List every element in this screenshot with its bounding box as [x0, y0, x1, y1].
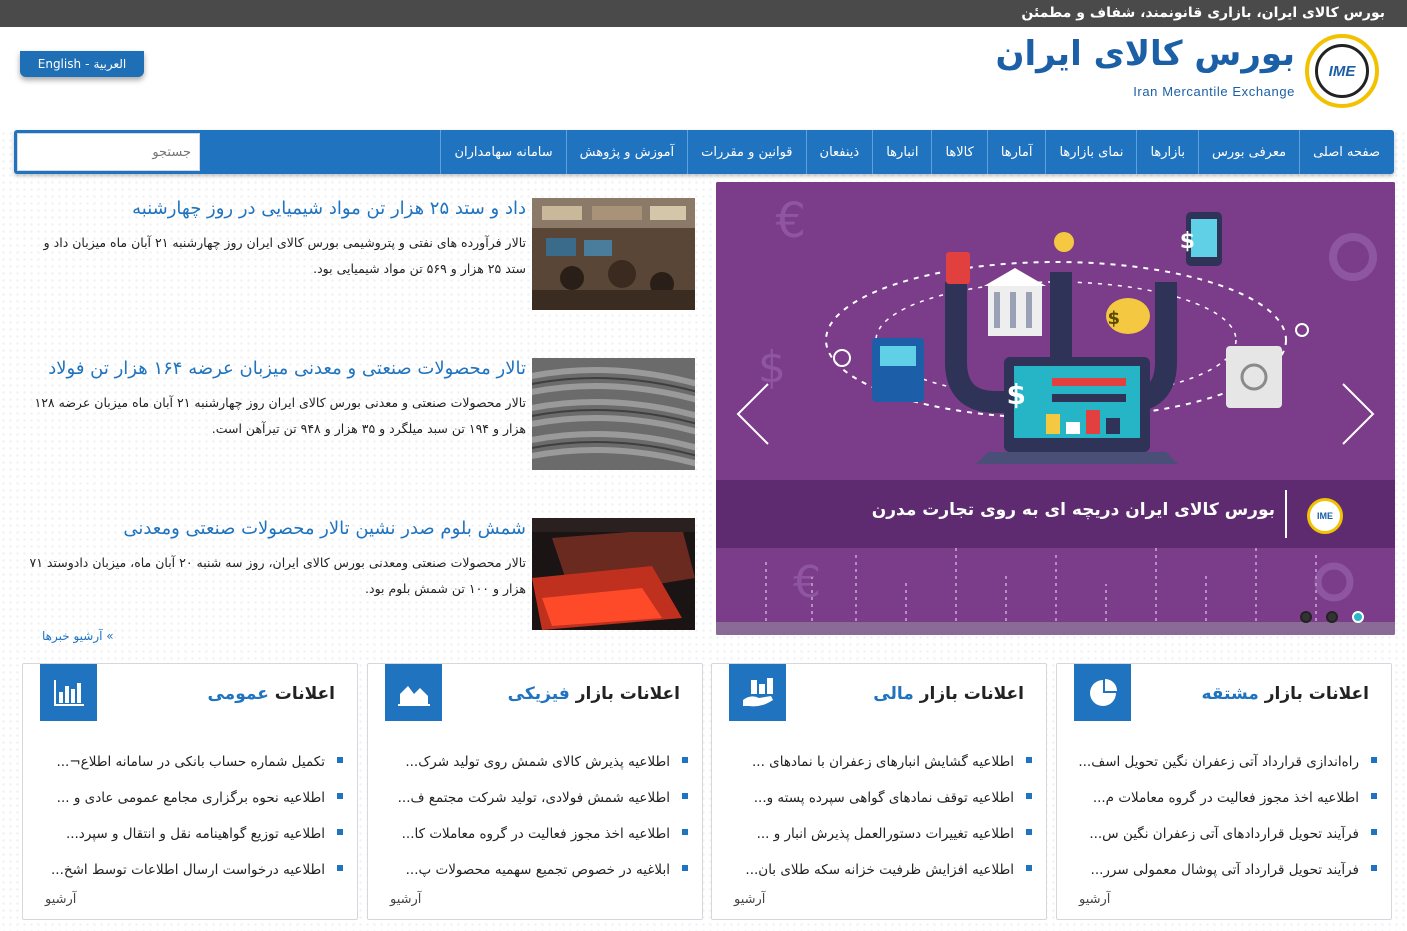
- slider-dot-3-active[interactable]: [1352, 611, 1364, 623]
- money-hand-icon: [729, 664, 786, 721]
- svg-text:$: $: [1007, 378, 1026, 411]
- nav-item-commodities[interactable]: کالاها: [931, 130, 986, 174]
- slider-caption-band: IME بورس کالای ایران دریچه ای به روی تجا…: [716, 480, 1395, 548]
- euro-bg-icon-2: €: [793, 557, 821, 608]
- announcement-item[interactable]: اطلاعیه پذیرش کالای شمش روی تولید شرک...: [378, 744, 688, 780]
- slider-caption-text: بورس کالای ایران دریچه ای به روی تجارت م…: [871, 500, 1275, 520]
- announcement-item[interactable]: تکمیل شماره حساب بانکی در سامانه اطلاع¬.…: [33, 744, 343, 780]
- logo-title-fa: بورس کالای ایران: [995, 34, 1295, 74]
- announcement-item[interactable]: اطلاعیه افزایش ظرفیت خزانه سکه طلای بان.…: [722, 852, 1032, 888]
- announcement-item[interactable]: فرآیند تحویل قراردادهای آتی زعفران نگین …: [1067, 816, 1377, 852]
- announcement-list: اطلاعیه گشایش انبارهای زعفران با نمادهای…: [722, 744, 1032, 888]
- top-bar: بورس کالای ایران، بازاری قانونمند، شفاف …: [0, 0, 1407, 27]
- announcement-item[interactable]: اطلاعیه اخذ مجوز فعالیت در گروه معاملات …: [1067, 780, 1377, 816]
- logo-title-en: Iran Mercantile Exchange: [1133, 84, 1295, 99]
- announcement-list: راه‌اندازی قرارداد آتی زعفران نگین تحویل…: [1067, 744, 1377, 888]
- announcement-item[interactable]: اطلاعیه درخواست ارسال اطلاعات توسط اشخ..…: [33, 852, 343, 888]
- nav-item-stakeholders[interactable]: ذینفعان: [805, 130, 873, 174]
- lang-separator: -: [85, 57, 90, 71]
- nav-item-home[interactable]: صفحه اصلی: [1299, 130, 1394, 174]
- announcement-title: اعلانات بازار مشتقه: [1201, 684, 1369, 704]
- announcement-item[interactable]: اطلاعیه نحوه برگزاری مجامع عمومی عادی و …: [33, 780, 343, 816]
- slider-dot-2[interactable]: [1326, 611, 1338, 623]
- main-navbar: صفحه اصلی معرفی بورس بازارها نمای بازاره…: [14, 130, 1394, 174]
- announcement-title: اعلانات بازار فیزیکی: [507, 684, 680, 704]
- site-tagline: بورس کالای ایران، بازاری قانونمند، شفاف …: [1021, 5, 1385, 21]
- logo-emblem-icon: IME: [1305, 34, 1379, 108]
- announcements-derivatives: اعلانات بازار مشتقه راه‌اندازی قرارداد آ…: [1056, 663, 1392, 920]
- news-summary: تالار محصولات صنعتی ومعدنی بورس کالای ای…: [29, 555, 526, 596]
- euro-bg-icon: €: [775, 193, 806, 249]
- nav-item-market-view[interactable]: نمای بازارها: [1045, 130, 1136, 174]
- nav-item-about[interactable]: معرفی بورس: [1198, 130, 1299, 174]
- search-input[interactable]: [17, 133, 200, 171]
- announcement-item[interactable]: اطلاعیه تغییرات دستورالعمل پذیرش انبار و…: [722, 816, 1032, 852]
- announcement-item[interactable]: اطلاعیه توزیع گواهینامه نقل و انتقال و س…: [33, 816, 343, 852]
- coin-icon: [1054, 232, 1074, 252]
- announcement-archive-link[interactable]: آرشیو: [1079, 892, 1110, 907]
- card-icon: [946, 252, 970, 284]
- nav-item-shareholders[interactable]: سامانه سهامداران: [440, 130, 565, 174]
- announcements-general: اعلانات عمومی تکمیل شماره حساب بانکی در …: [22, 663, 358, 920]
- announcements-financial: اعلانات بازار مالی اطلاعیه گشایش انبارها…: [711, 663, 1047, 920]
- caption-divider: [1285, 490, 1287, 538]
- caption-logo-icon: IME: [1307, 498, 1343, 534]
- announcement-list: اطلاعیه پذیرش کالای شمش روی تولید شرک...…: [378, 744, 688, 888]
- svg-text:$: $: [1107, 308, 1120, 329]
- announcement-title: اعلانات بازار مالی: [873, 684, 1024, 704]
- nav-item-markets[interactable]: بازارها: [1136, 130, 1198, 174]
- announcement-archive-link[interactable]: آرشیو: [390, 892, 421, 907]
- news-title[interactable]: شمش بلوم صدر نشین تالار محصولات صنعتی وم…: [123, 518, 526, 539]
- lang-english-link[interactable]: English: [38, 57, 81, 71]
- announcement-archive-link[interactable]: آرشیو: [734, 892, 765, 907]
- announcement-title: اعلانات عمومی: [207, 684, 335, 704]
- announcement-item[interactable]: ابلاغیه در خصوص تجمیع سهمیه محصولات پ...: [378, 852, 688, 888]
- news-item: داد و ستد ۲۵ هزار تن مواد شیمیایی در روز…: [22, 198, 695, 310]
- news-thumbnail[interactable]: [532, 198, 695, 310]
- announcement-item[interactable]: اطلاعیه گشایش انبارهای زعفران با نمادهای…: [722, 744, 1032, 780]
- site-logo[interactable]: IME بورس کالای ایران Iran Mercantile Exc…: [995, 34, 1379, 114]
- slider-pagination: [1300, 611, 1364, 623]
- announcement-list: تکمیل شماره حساب بانکی در سامانه اطلاع¬.…: [33, 744, 343, 888]
- nav-item-education[interactable]: آموزش و پژوهش: [565, 130, 687, 174]
- nav-menu: صفحه اصلی معرفی بورس بازارها نمای بازاره…: [440, 130, 1394, 174]
- svg-text:$: $: [1180, 229, 1195, 254]
- announcement-item[interactable]: راه‌اندازی قرارداد آتی زعفران نگین تحویل…: [1067, 744, 1377, 780]
- news-archive-link[interactable]: » آرشیو خبرها: [42, 629, 114, 643]
- news-summary: تالار فرآورده های نفتی و پتروشیمی بورس ک…: [43, 235, 526, 276]
- area-chart-icon: [385, 664, 442, 721]
- announcement-item[interactable]: اطلاعیه اخذ مجوز فعالیت در گروه معاملات …: [378, 816, 688, 852]
- slider-illustration: € $ € $ $ $: [716, 182, 1395, 635]
- hero-slider[interactable]: € $ € $ $ $ IME بورس کالای ایران دریچه ا…: [716, 182, 1395, 635]
- lang-arabic-link[interactable]: العربية: [93, 57, 126, 71]
- news-thumbnail[interactable]: [532, 358, 695, 470]
- announcement-item[interactable]: اطلاعیه توقف نمادهای گواهی سپرده پسته و.…: [722, 780, 1032, 816]
- news-title[interactable]: داد و ستد ۲۵ هزار تن مواد شیمیایی در روز…: [132, 198, 526, 219]
- language-switcher[interactable]: English - العربية: [20, 51, 144, 77]
- news-thumbnail[interactable]: [532, 518, 695, 630]
- nav-item-statistics[interactable]: آمارها: [986, 130, 1046, 174]
- safe-icon: [1226, 346, 1282, 408]
- announcement-item[interactable]: اطلاعیه شمش فولادی، تولید شرکت مجتمع ف..…: [378, 780, 688, 816]
- news-item: تالار محصولات صنعتی و معدنی میزبان عرضه …: [22, 358, 695, 470]
- news-summary: تالار محصولات صنعتی و معدنی بورس کالای ا…: [34, 395, 526, 436]
- news-item: شمش بلوم صدر نشین تالار محصولات صنعتی وم…: [22, 518, 695, 630]
- slider-next-arrow-icon[interactable]: [1337, 382, 1377, 446]
- news-title[interactable]: تالار محصولات صنعتی و معدنی میزبان عرضه …: [48, 358, 526, 379]
- nav-item-warehouses[interactable]: انبارها: [872, 130, 931, 174]
- announcement-archive-link[interactable]: آرشیو: [45, 892, 76, 907]
- bar-chart-icon: [40, 664, 97, 721]
- announcement-item[interactable]: فرآیند تحویل قرارداد آتی پوشال معمولی سر…: [1067, 852, 1377, 888]
- pie-chart-icon: [1074, 664, 1131, 721]
- slider-dot-1[interactable]: [1300, 611, 1312, 623]
- announcements-physical: اعلانات بازار فیزیکی اطلاعیه پذیرش کالای…: [367, 663, 703, 920]
- slider-prev-arrow-icon[interactable]: [734, 382, 774, 446]
- nav-item-regulations[interactable]: قوانین و مقررات: [687, 130, 805, 174]
